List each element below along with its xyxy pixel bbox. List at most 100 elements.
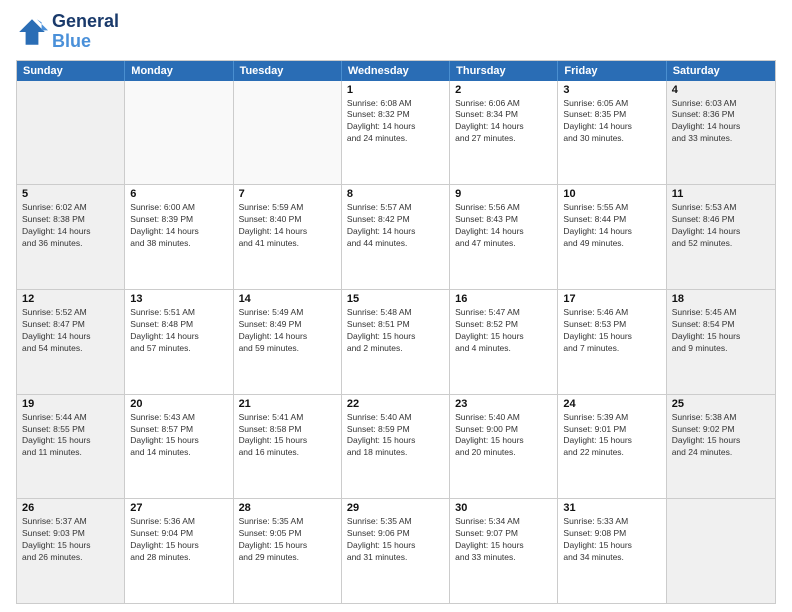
day-header-tuesday: Tuesday (234, 61, 342, 81)
cell-info: Sunrise: 5:43 AM Sunset: 8:57 PM Dayligh… (130, 412, 227, 460)
page: General Blue SundayMondayTuesdayWednesda… (0, 0, 792, 612)
cell-info: Sunrise: 5:51 AM Sunset: 8:48 PM Dayligh… (130, 307, 227, 355)
calendar-cell: 31 Sunrise: 5:33 AM Sunset: 9:08 PM Dayli… (558, 499, 666, 603)
calendar-cell: 11Sunrise: 5:53 AM Sunset: 8:46 PM Dayli… (667, 185, 775, 289)
day-number: 12 (22, 293, 119, 305)
cell-info: Sunrise: 5:55 AM Sunset: 8:44 PM Dayligh… (563, 202, 660, 250)
calendar-cell: 29 Sunrise: 5:35 AM Sunset: 9:06 PM Dayli… (342, 499, 450, 603)
calendar-cell: 19 Sunrise: 5:44 AM Sunset: 8:55 PM Dayli… (17, 395, 125, 499)
cell-info: Sunrise: 6:02 AM Sunset: 8:38 PM Dayligh… (22, 202, 119, 250)
day-header-wednesday: Wednesday (342, 61, 450, 81)
cell-info: Sunrise: 5:41 AM Sunset: 8:58 PM Dayligh… (239, 412, 336, 460)
day-header-sunday: Sunday (17, 61, 125, 81)
day-number: 29 (347, 502, 444, 514)
cell-info: Sunrise: 5:34 AM Sunset: 9:07 PM Dayligh… (455, 516, 552, 564)
calendar-row-4: 19 Sunrise: 5:44 AM Sunset: 8:55 PM Dayli… (17, 394, 775, 499)
calendar: SundayMondayTuesdayWednesdayThursdayFrid… (16, 60, 776, 604)
calendar-body: 1 Sunrise: 6:08 AM Sunset: 8:32 PM Daylig… (17, 81, 775, 603)
day-number: 28 (239, 502, 336, 514)
cell-info: Sunrise: 5:56 AM Sunset: 8:43 PM Dayligh… (455, 202, 552, 250)
day-number: 3 (563, 84, 660, 96)
cell-info: Sunrise: 5:40 AM Sunset: 9:00 PM Dayligh… (455, 412, 552, 460)
calendar-cell: 24Sunrise: 5:39 AM Sunset: 9:01 PM Dayli… (558, 395, 666, 499)
cell-info: Sunrise: 6:06 AM Sunset: 8:34 PM Dayligh… (455, 98, 552, 146)
calendar-row-3: 12 Sunrise: 5:52 AM Sunset: 8:47 PM Dayli… (17, 289, 775, 394)
cell-info: Sunrise: 5:52 AM Sunset: 8:47 PM Dayligh… (22, 307, 119, 355)
logo-text: General Blue (52, 12, 119, 52)
calendar-header: SundayMondayTuesdayWednesdayThursdayFrid… (17, 61, 775, 81)
logo: General Blue (16, 12, 119, 52)
calendar-cell: 20 Sunrise: 5:43 AM Sunset: 8:57 PM Dayli… (125, 395, 233, 499)
day-number: 13 (130, 293, 227, 305)
cell-info: Sunrise: 5:38 AM Sunset: 9:02 PM Dayligh… (672, 412, 770, 460)
day-number: 5 (22, 188, 119, 200)
calendar-cell: 7Sunrise: 5:59 AM Sunset: 8:40 PM Daylig… (234, 185, 342, 289)
cell-info: Sunrise: 5:47 AM Sunset: 8:52 PM Dayligh… (455, 307, 552, 355)
cell-info: Sunrise: 5:33 AM Sunset: 9:08 PM Dayligh… (563, 516, 660, 564)
calendar-cell: 6 Sunrise: 6:00 AM Sunset: 8:39 PM Daylig… (125, 185, 233, 289)
day-header-monday: Monday (125, 61, 233, 81)
calendar-cell: 27Sunrise: 5:36 AM Sunset: 9:04 PM Dayli… (125, 499, 233, 603)
calendar-cell (125, 81, 233, 185)
cell-info: Sunrise: 5:53 AM Sunset: 8:46 PM Dayligh… (672, 202, 770, 250)
calendar-cell: 18 Sunrise: 5:45 AM Sunset: 8:54 PM Dayli… (667, 290, 775, 394)
day-number: 8 (347, 188, 444, 200)
day-number: 14 (239, 293, 336, 305)
calendar-cell: 10Sunrise: 5:55 AM Sunset: 8:44 PM Dayli… (558, 185, 666, 289)
calendar-cell: 9 Sunrise: 5:56 AM Sunset: 8:43 PM Daylig… (450, 185, 558, 289)
header: General Blue (16, 12, 776, 52)
day-number: 19 (22, 398, 119, 410)
day-number: 4 (672, 84, 770, 96)
day-number: 17 (563, 293, 660, 305)
calendar-cell: 12 Sunrise: 5:52 AM Sunset: 8:47 PM Dayli… (17, 290, 125, 394)
calendar-cell: 16Sunrise: 5:47 AM Sunset: 8:52 PM Dayli… (450, 290, 558, 394)
cell-info: Sunrise: 5:49 AM Sunset: 8:49 PM Dayligh… (239, 307, 336, 355)
calendar-cell: 22 Sunrise: 5:40 AM Sunset: 8:59 PM Dayli… (342, 395, 450, 499)
cell-info: Sunrise: 5:44 AM Sunset: 8:55 PM Dayligh… (22, 412, 119, 460)
day-number: 21 (239, 398, 336, 410)
cell-info: Sunrise: 5:37 AM Sunset: 9:03 PM Dayligh… (22, 516, 119, 564)
calendar-cell: 26Sunrise: 5:37 AM Sunset: 9:03 PM Dayli… (17, 499, 125, 603)
cell-info: Sunrise: 5:35 AM Sunset: 9:06 PM Dayligh… (347, 516, 444, 564)
day-number: 25 (672, 398, 770, 410)
day-number: 30 (455, 502, 552, 514)
calendar-cell: 30 Sunrise: 5:34 AM Sunset: 9:07 PM Dayli… (450, 499, 558, 603)
cell-info: Sunrise: 5:40 AM Sunset: 8:59 PM Dayligh… (347, 412, 444, 460)
calendar-cell (17, 81, 125, 185)
calendar-cell (234, 81, 342, 185)
calendar-row-1: 1 Sunrise: 6:08 AM Sunset: 8:32 PM Daylig… (17, 81, 775, 185)
cell-info: Sunrise: 6:08 AM Sunset: 8:32 PM Dayligh… (347, 98, 444, 146)
calendar-row-2: 5 Sunrise: 6:02 AM Sunset: 8:38 PM Daylig… (17, 184, 775, 289)
day-header-saturday: Saturday (667, 61, 775, 81)
cell-info: Sunrise: 5:35 AM Sunset: 9:05 PM Dayligh… (239, 516, 336, 564)
cell-info: Sunrise: 6:00 AM Sunset: 8:39 PM Dayligh… (130, 202, 227, 250)
calendar-cell: 2 Sunrise: 6:06 AM Sunset: 8:34 PM Daylig… (450, 81, 558, 185)
calendar-cell: 13 Sunrise: 5:51 AM Sunset: 8:48 PM Dayli… (125, 290, 233, 394)
cell-info: Sunrise: 5:45 AM Sunset: 8:54 PM Dayligh… (672, 307, 770, 355)
day-number: 2 (455, 84, 552, 96)
calendar-cell: 17Sunrise: 5:46 AM Sunset: 8:53 PM Dayli… (558, 290, 666, 394)
cell-info: Sunrise: 5:57 AM Sunset: 8:42 PM Dayligh… (347, 202, 444, 250)
cell-info: Sunrise: 5:36 AM Sunset: 9:04 PM Dayligh… (130, 516, 227, 564)
day-number: 31 (563, 502, 660, 514)
cell-info: Sunrise: 5:48 AM Sunset: 8:51 PM Dayligh… (347, 307, 444, 355)
calendar-cell: 8 Sunrise: 5:57 AM Sunset: 8:42 PM Daylig… (342, 185, 450, 289)
calendar-cell: 21 Sunrise: 5:41 AM Sunset: 8:58 PM Dayli… (234, 395, 342, 499)
day-number: 23 (455, 398, 552, 410)
day-number: 7 (239, 188, 336, 200)
calendar-cell: 1 Sunrise: 6:08 AM Sunset: 8:32 PM Daylig… (342, 81, 450, 185)
day-number: 9 (455, 188, 552, 200)
calendar-cell: 25 Sunrise: 5:38 AM Sunset: 9:02 PM Dayli… (667, 395, 775, 499)
day-number: 22 (347, 398, 444, 410)
day-number: 6 (130, 188, 227, 200)
day-number: 20 (130, 398, 227, 410)
day-header-thursday: Thursday (450, 61, 558, 81)
day-number: 1 (347, 84, 444, 96)
calendar-cell (667, 499, 775, 603)
cell-info: Sunrise: 5:39 AM Sunset: 9:01 PM Dayligh… (563, 412, 660, 460)
day-number: 18 (672, 293, 770, 305)
calendar-cell: 14 Sunrise: 5:49 AM Sunset: 8:49 PM Dayli… (234, 290, 342, 394)
calendar-cell: 28 Sunrise: 5:35 AM Sunset: 9:05 PM Dayli… (234, 499, 342, 603)
cell-info: Sunrise: 6:05 AM Sunset: 8:35 PM Dayligh… (563, 98, 660, 146)
day-number: 15 (347, 293, 444, 305)
